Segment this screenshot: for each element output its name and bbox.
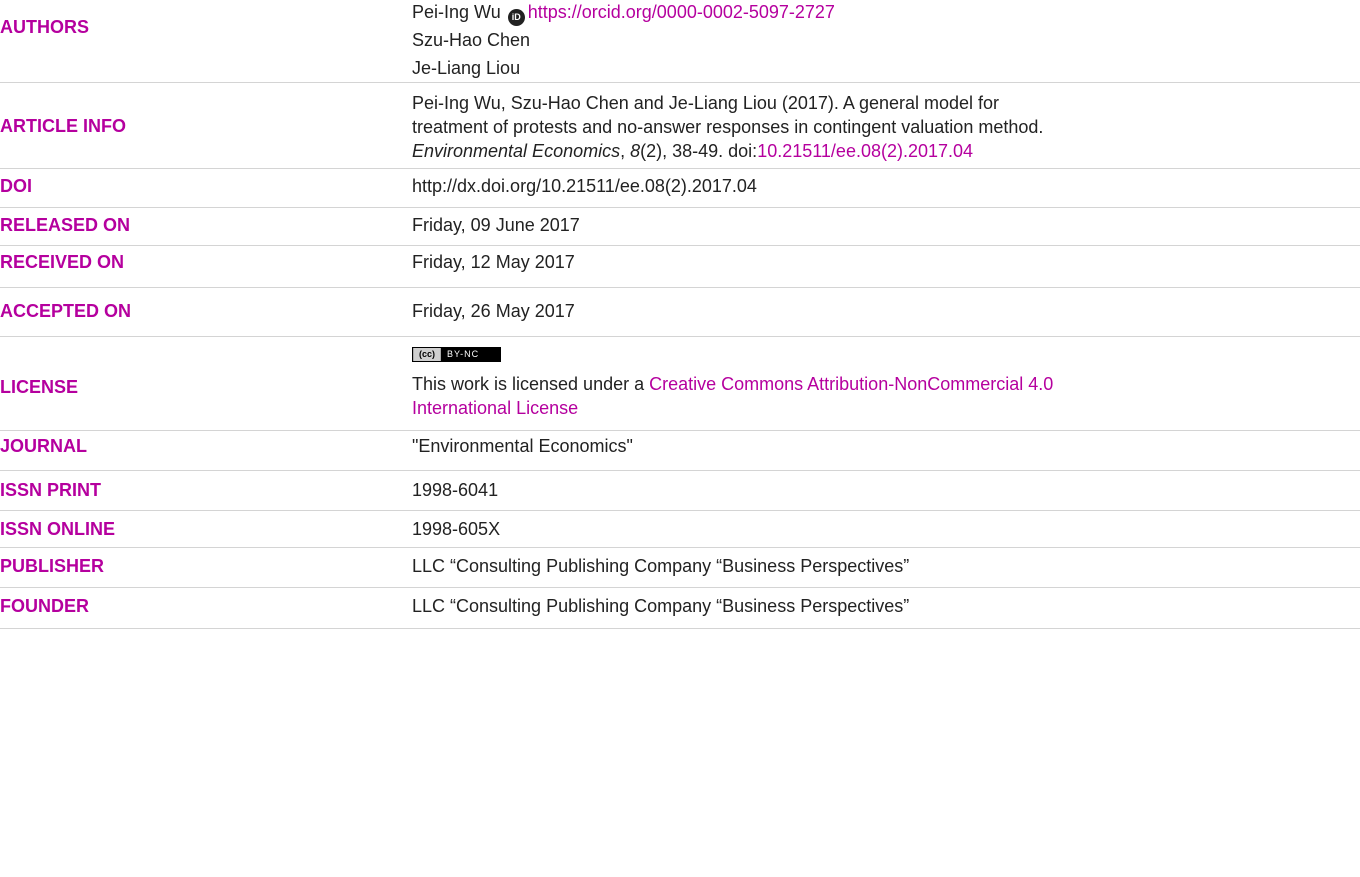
license-link-continued[interactable]: International License xyxy=(412,398,578,418)
citation-line: treatment of protests and no-answer resp… xyxy=(412,117,1044,137)
row-doi: DOI http://dx.doi.org/10.21511/ee.08(2).… xyxy=(0,169,1360,208)
row-issn-online: ISSN ONLINE 1998-605X xyxy=(0,511,1360,548)
cc-logo: (cc) xyxy=(414,348,440,361)
authors-label: AUTHORS xyxy=(0,17,89,37)
article-info-label: ARTICLE INFO xyxy=(0,116,126,136)
license-label: LICENSE xyxy=(0,377,79,397)
doi-label: DOI xyxy=(0,176,33,196)
journal-value: "Environmental Economics" xyxy=(412,436,633,456)
cc-badge-type: BY-NC xyxy=(441,348,500,361)
row-accepted: ACCEPTED ON Friday, 26 May 2017 xyxy=(0,288,1360,337)
license-text-line2: International License xyxy=(412,396,1053,420)
license-block: (cc) BY-NC This work is licensed under a… xyxy=(412,344,1053,420)
row-released: RELEASED ON Friday, 09 June 2017 xyxy=(0,208,1360,246)
cc-by-nc-badge-icon[interactable]: (cc) BY-NC xyxy=(412,347,501,362)
citation-volume: 8 xyxy=(630,141,641,161)
row-publisher: PUBLISHER LLC “Consulting Publishing Com… xyxy=(0,548,1360,588)
founder-label: FOUNDER xyxy=(0,596,89,616)
row-received: RECEIVED ON Friday, 12 May 2017 xyxy=(0,246,1360,288)
issn-print-label: ISSN PRINT xyxy=(0,480,102,500)
author-name[interactable]: Pei-Ing Wu xyxy=(412,2,501,22)
author-item: Pei-Ing Wu iD https://orcid.org/0000-0002… xyxy=(412,0,835,26)
publisher-value: LLC “Consulting Publishing Company “Busi… xyxy=(412,556,910,576)
orcid-icon[interactable]: iD xyxy=(507,9,525,26)
citation-issue-pages: (2), 38-49. doi: xyxy=(640,141,758,161)
released-value: Friday, 09 June 2017 xyxy=(412,215,580,235)
accepted-label: ACCEPTED ON xyxy=(0,301,132,321)
author-item: Je-Liang Liou xyxy=(412,56,835,80)
license-prefix: This work is licensed under a xyxy=(412,374,650,394)
license-link[interactable]: Creative Commons Attribution-NonCommerci… xyxy=(649,374,1053,394)
issn-online-value: 1998-605X xyxy=(412,519,501,539)
citation-doi-link[interactable]: 10.21511/ee.08(2).2017.04 xyxy=(757,141,973,161)
citation-line: Pei-Ing Wu, Szu-Hao Chen and Je-Liang Li… xyxy=(412,93,1000,113)
received-label: RECEIVED ON xyxy=(0,252,125,272)
citation-line: Environmental Economics, 8(2), 38-49. do… xyxy=(412,139,1043,163)
row-issn-print: ISSN PRINT 1998-6041 xyxy=(0,471,1360,511)
doi-value: http://dx.doi.org/10.21511/ee.08(2).2017… xyxy=(412,176,757,196)
received-value: Friday, 12 May 2017 xyxy=(412,252,575,272)
row-article-info: ARTICLE INFO Pei-Ing Wu, Szu-Hao Chen an… xyxy=(0,83,1360,169)
journal-label: JOURNAL xyxy=(0,436,88,456)
issn-print-value: 1998-6041 xyxy=(412,480,499,500)
accepted-value: Friday, 26 May 2017 xyxy=(412,301,575,321)
author-name[interactable]: Szu-Hao Chen xyxy=(412,30,530,50)
row-license: LICENSE (cc) BY-NC This work is licensed… xyxy=(0,337,1360,431)
row-authors: AUTHORS Pei-Ing Wu iD https://orcid.org/0… xyxy=(0,0,1360,83)
row-founder: FOUNDER LLC “Consulting Publishing Compa… xyxy=(0,588,1360,629)
orcid-link[interactable]: https://orcid.org/0000-0002-5097-2727 xyxy=(528,2,835,22)
citation-sep: , xyxy=(620,141,631,161)
row-journal: JOURNAL "Environmental Economics" xyxy=(0,431,1360,471)
article-citation: Pei-Ing Wu, Szu-Hao Chen and Je-Liang Li… xyxy=(412,91,1043,163)
issn-online-label: ISSN ONLINE xyxy=(0,519,116,539)
author-name[interactable]: Je-Liang Liou xyxy=(412,58,520,78)
license-text: This work is licensed under a Creative C… xyxy=(412,372,1053,396)
released-label: RELEASED ON xyxy=(0,215,131,235)
founder-value: LLC “Consulting Publishing Company “Busi… xyxy=(412,596,910,616)
authors-list: Pei-Ing Wu iD https://orcid.org/0000-0002… xyxy=(412,0,835,80)
publisher-label: PUBLISHER xyxy=(0,556,105,576)
citation-journal: Environmental Economics xyxy=(412,141,621,161)
author-item: Szu-Hao Chen xyxy=(412,28,835,52)
